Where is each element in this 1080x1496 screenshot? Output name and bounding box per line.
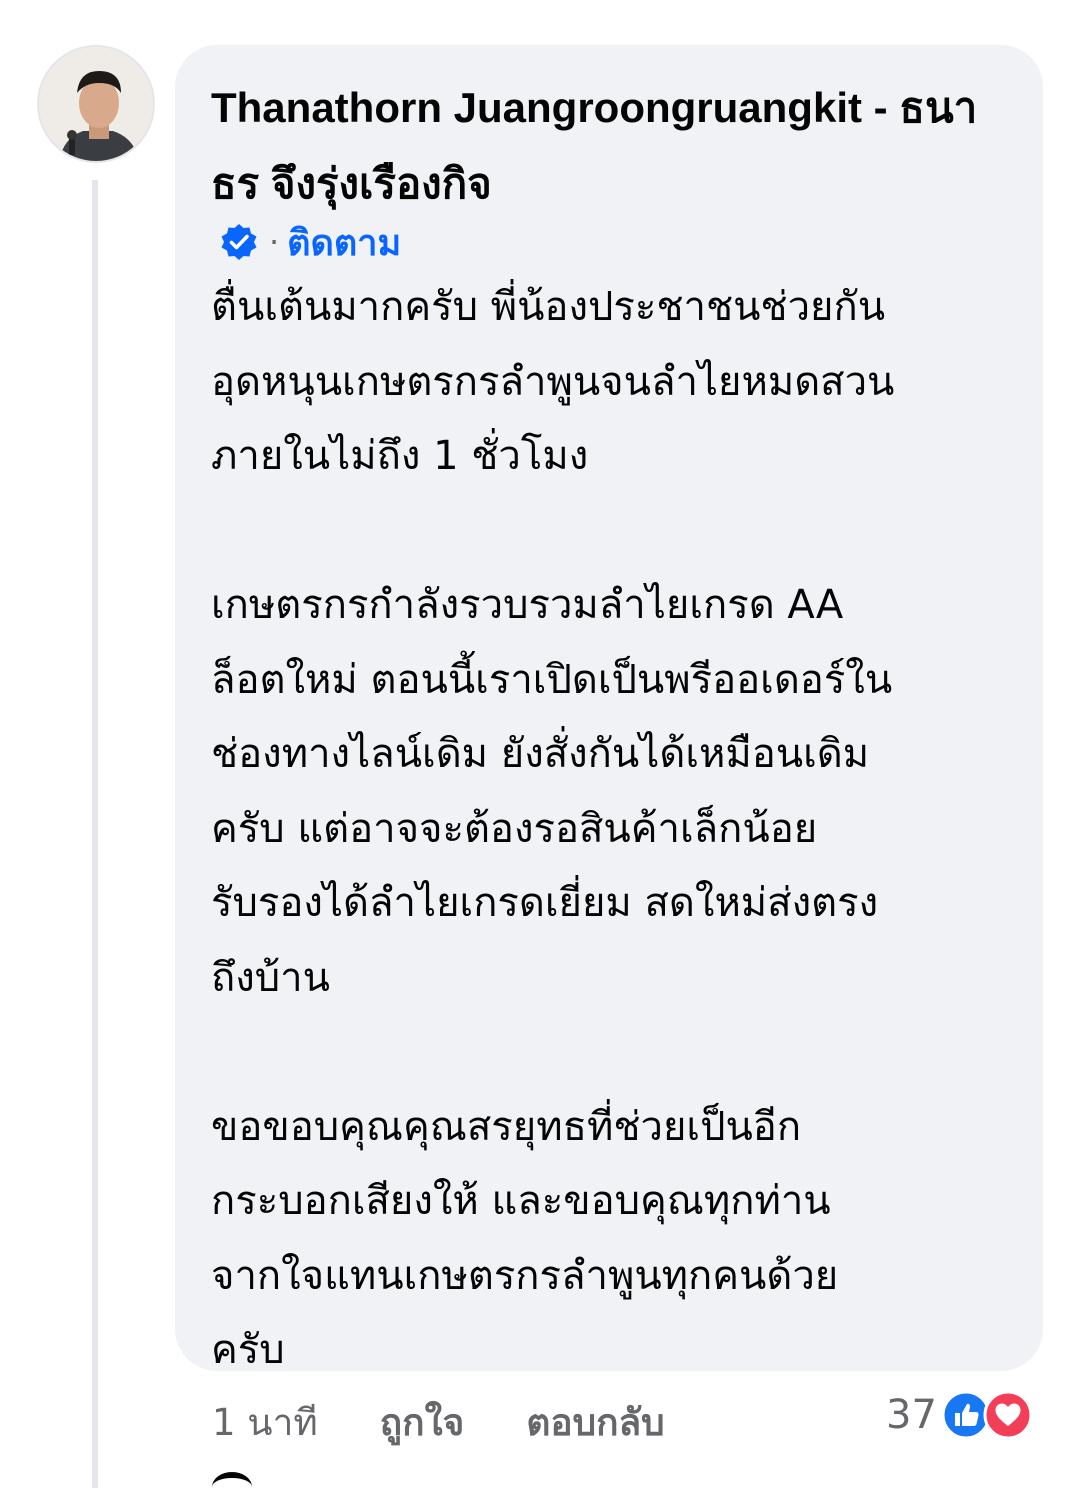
comment-text: ตื่นเต้นมากครับ พี่น้องประชาชนช่วยกัน อุ…	[211, 284, 895, 1373]
author-meta-row: · ติดตาม	[211, 214, 1007, 270]
author-name[interactable]: Thanathorn Juangroongruangkit - ธนา ธร จ…	[211, 70, 1007, 222]
author-avatar[interactable]	[37, 45, 155, 163]
comment-actions: 1 นาที ถูกใจ ตอบกลับ	[212, 1392, 665, 1452]
comment-timestamp[interactable]: 1 นาที	[212, 1393, 318, 1452]
next-comment-preview	[212, 1466, 612, 1496]
like-button[interactable]: ถูกใจ	[380, 1393, 465, 1452]
reaction-summary[interactable]: 37	[886, 1387, 1033, 1443]
love-icon	[983, 1390, 1033, 1440]
verified-badge-icon	[221, 224, 257, 260]
reply-button[interactable]: ตอบกลับ	[526, 1393, 664, 1452]
thread-line	[92, 180, 98, 1488]
comment-bubble: Thanathorn Juangroongruangkit - ธนา ธร จ…	[175, 45, 1043, 1373]
follow-button[interactable]: ติดตาม	[287, 214, 401, 271]
separator-dot: ·	[269, 223, 280, 261]
avatar-photo	[39, 47, 153, 161]
reaction-count: 37	[886, 1392, 937, 1438]
